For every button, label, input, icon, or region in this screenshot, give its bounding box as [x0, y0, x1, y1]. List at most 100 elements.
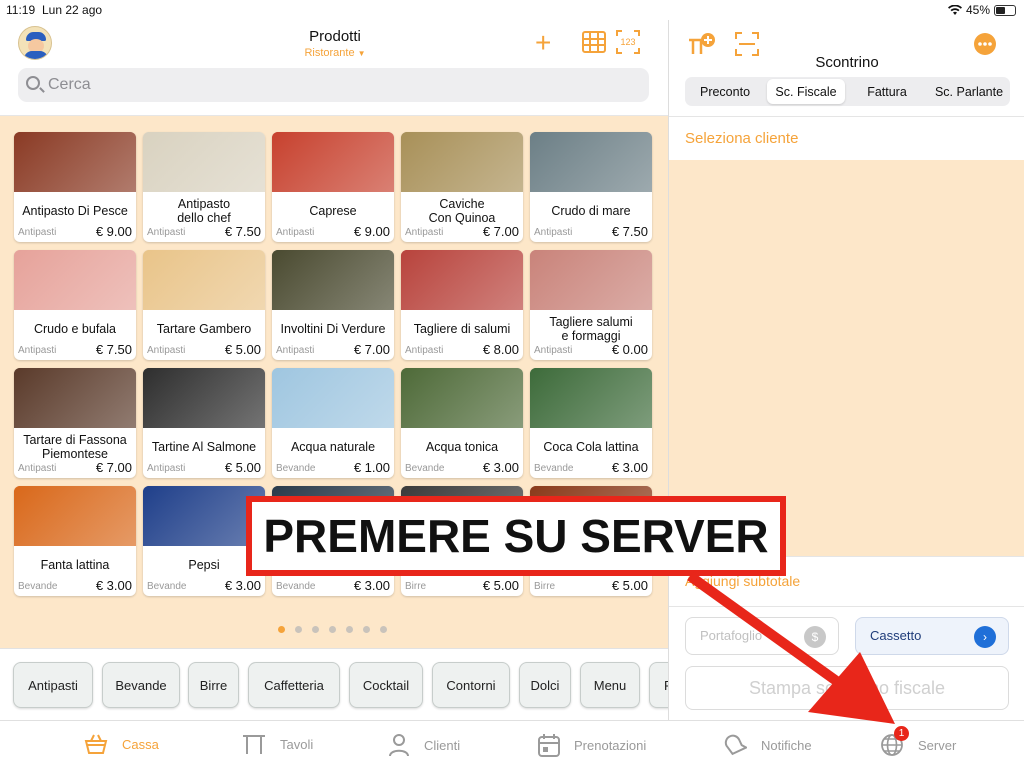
- tab-cassa[interactable]: Cassa: [84, 733, 159, 755]
- tab-label: Server: [918, 737, 957, 753]
- page-indicator: [278, 626, 387, 633]
- search-bar[interactable]: [18, 68, 649, 102]
- grid-view-icon[interactable]: [582, 31, 606, 53]
- product-card[interactable]: Coca Cola lattina Bevande € 3.00: [530, 368, 652, 478]
- status-bar: 11:19 Lun 22 ago 45%: [0, 0, 1024, 20]
- product-card[interactable]: Involtini Di Verdure Antipasti € 7.00: [272, 250, 394, 360]
- page-dot[interactable]: [346, 626, 353, 633]
- numpad-icon[interactable]: 123: [616, 30, 640, 54]
- product-price: € 3.00: [611, 460, 648, 475]
- product-card[interactable]: Tagliere di salumi Antipasti € 8.00: [401, 250, 523, 360]
- instruction-overlay: PREMERE SU SERVER: [246, 496, 786, 576]
- product-price: € 3.00: [95, 578, 132, 593]
- search-input[interactable]: [46, 68, 636, 102]
- category-button[interactable]: Cocktail: [349, 662, 423, 708]
- product-price: € 7.00: [353, 342, 390, 357]
- product-price: € 9.00: [353, 224, 390, 239]
- tab-notifiche[interactable]: Notifiche: [723, 733, 812, 757]
- category-button[interactable]: Birre: [188, 662, 239, 708]
- product-category: Antipasti: [147, 227, 186, 238]
- page-dot[interactable]: [278, 626, 285, 633]
- product-price: € 7.50: [224, 224, 261, 239]
- segment-fiscal-receipt[interactable]: Sc. Fiscale: [767, 79, 845, 104]
- segment-talking-receipt[interactable]: Sc. Parlante: [929, 79, 1009, 104]
- add-product-icon[interactable]: +: [535, 29, 551, 57]
- product-image: [14, 368, 136, 428]
- product-category: Antipasti: [147, 345, 186, 356]
- drawer-label: Cassetto: [870, 628, 922, 643]
- segment-preconto[interactable]: Preconto: [687, 79, 763, 104]
- print-receipt-button[interactable]: Stampa scontrino fiscale: [685, 666, 1009, 710]
- product-price: € 9.00: [95, 224, 132, 239]
- product-price: € 5.00: [224, 342, 261, 357]
- page-dot[interactable]: [312, 626, 319, 633]
- product-card[interactable]: Tartare di Fassona Piemontese Antipasti € …: [14, 368, 136, 478]
- product-category: Birre: [405, 581, 427, 592]
- product-category: Antipasti: [18, 227, 57, 238]
- category-button[interactable]: Menu: [580, 662, 640, 708]
- product-price: € 1.00: [353, 460, 390, 475]
- product-image: [530, 132, 652, 192]
- user-avatar[interactable]: [18, 26, 52, 60]
- product-image: [401, 250, 523, 310]
- tab-server[interactable]: 1 Server: [880, 726, 957, 757]
- tab-tavoli[interactable]: Tavoli: [242, 733, 313, 755]
- product-category: Antipasti: [405, 227, 444, 238]
- product-card[interactable]: Acqua tonica Bevande € 3.00: [401, 368, 523, 478]
- product-image: [530, 250, 652, 310]
- product-category: Bevande: [276, 581, 316, 592]
- category-button[interactable]: Contorni: [432, 662, 510, 708]
- product-card[interactable]: Tartare Gambero Antipasti € 5.00: [143, 250, 265, 360]
- product-card[interactable]: Caprese Antipasti € 9.00: [272, 132, 394, 242]
- product-card[interactable]: Acqua naturale Bevande € 1.00: [272, 368, 394, 478]
- product-image: [14, 132, 136, 192]
- product-category: Antipasti: [147, 463, 186, 474]
- receipt-title: Scontrino: [815, 54, 879, 71]
- battery-icon: [994, 4, 1016, 16]
- barcode-scan-icon[interactable]: [735, 32, 759, 56]
- product-card[interactable]: Caviche Con Quinoa Antipasti € 7.00: [401, 132, 523, 242]
- wifi-icon: [947, 4, 962, 15]
- category-button[interactable]: Antipasti: [13, 662, 93, 708]
- page-dot[interactable]: [329, 626, 336, 633]
- product-card[interactable]: Crudo e bufala Antipasti € 7.50: [14, 250, 136, 360]
- page-dot[interactable]: [363, 626, 370, 633]
- more-options-icon[interactable]: [973, 32, 997, 56]
- product-image: [401, 132, 523, 192]
- product-card[interactable]: Crudo di mare Antipasti € 7.50: [530, 132, 652, 242]
- product-card[interactable]: Tagliere salumi e formaggi Antipasti € 0.0…: [530, 250, 652, 360]
- wallet-button[interactable]: Portafoglio $: [685, 617, 839, 655]
- product-price: € 7.00: [482, 224, 519, 239]
- tab-label: Notifiche: [761, 737, 812, 753]
- receipt-panel: Scontrino Preconto Sc. Fiscale Fattura S…: [668, 20, 1024, 720]
- product-card[interactable]: Fanta lattina Bevande € 3.00: [14, 486, 136, 596]
- product-category: Birre: [534, 581, 556, 592]
- person-icon: [389, 734, 409, 757]
- select-customer-link[interactable]: Seleziona cliente: [685, 130, 798, 147]
- divider: [669, 116, 1024, 117]
- product-category: Antipasti: [276, 227, 315, 238]
- product-image: [14, 250, 136, 310]
- product-card[interactable]: Antipasto dello chef Antipasti € 7.50: [143, 132, 265, 242]
- venue-selector[interactable]: Ristorante ▼: [260, 47, 410, 59]
- product-category: Antipasti: [534, 345, 573, 356]
- product-image: [14, 486, 136, 546]
- product-category: Bevande: [18, 581, 58, 592]
- tab-clienti[interactable]: Clienti: [388, 733, 460, 757]
- category-button[interactable]: Dolci: [519, 662, 571, 708]
- page-dot[interactable]: [380, 626, 387, 633]
- page-dot[interactable]: [295, 626, 302, 633]
- product-card[interactable]: Tartine Al Salmone Antipasti € 5.00: [143, 368, 265, 478]
- cash-drawer-button[interactable]: Cassetto ›: [855, 617, 1009, 655]
- category-button[interactable]: Bevande: [102, 662, 180, 708]
- tab-prenotazioni[interactable]: Prenotazioni: [538, 733, 646, 757]
- category-button[interactable]: P: [649, 662, 668, 708]
- product-price: € 7.00: [95, 460, 132, 475]
- segment-invoice[interactable]: Fattura: [849, 79, 925, 104]
- category-button[interactable]: Caffetteria: [248, 662, 340, 708]
- tab-label: Clienti: [424, 737, 461, 753]
- product-price: € 3.00: [224, 578, 261, 593]
- venue-label: Ristorante: [304, 47, 355, 59]
- product-card[interactable]: Antipasto Di Pesce Antipasti € 9.00: [14, 132, 136, 242]
- svg-text:123: 123: [620, 37, 635, 47]
